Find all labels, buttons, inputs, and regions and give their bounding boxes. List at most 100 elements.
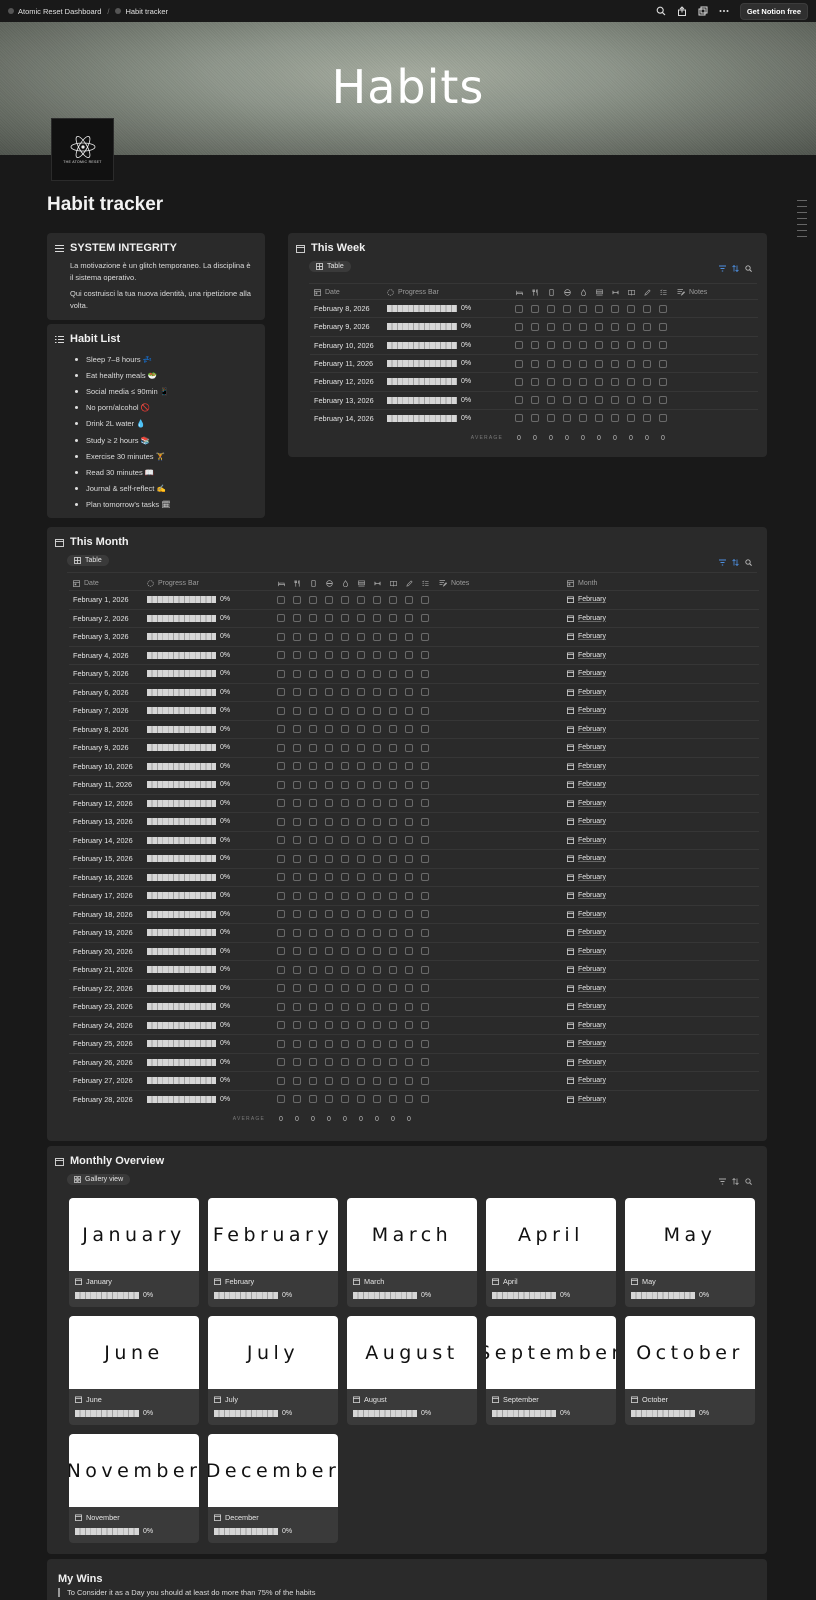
- habit-checkbox[interactable]: [309, 632, 317, 641]
- habit-checkbox[interactable]: [515, 341, 523, 350]
- habit-checkbox[interactable]: [325, 836, 333, 845]
- notes-cell[interactable]: [433, 1057, 567, 1067]
- habit-checkbox[interactable]: [611, 377, 619, 386]
- habit-checkbox[interactable]: [405, 1021, 413, 1030]
- notes-cell[interactable]: [433, 724, 567, 734]
- habit-checkbox[interactable]: [373, 651, 381, 660]
- table-row[interactable]: February 23, 2026 0% February: [73, 998, 606, 1016]
- habit-checkbox[interactable]: [627, 304, 635, 313]
- habit-checkbox[interactable]: [277, 743, 285, 752]
- habit-checkbox[interactable]: [341, 854, 349, 863]
- habit-checkbox[interactable]: [643, 377, 651, 386]
- habit-checkbox[interactable]: [563, 414, 571, 423]
- gallery-card[interactable]: June June 0%: [69, 1316, 199, 1425]
- habit-checkbox[interactable]: [341, 614, 349, 623]
- month-relation-cell[interactable]: February: [567, 874, 606, 881]
- habit-checkbox[interactable]: [277, 836, 285, 845]
- habit-checkbox[interactable]: [373, 1058, 381, 1067]
- habit-checkbox[interactable]: [309, 836, 317, 845]
- habit-checkbox[interactable]: [293, 891, 301, 900]
- habit-checkbox[interactable]: [341, 873, 349, 882]
- habit-checkbox[interactable]: [563, 341, 571, 350]
- table-row[interactable]: February 11, 2026 0%: [314, 355, 717, 372]
- month-relation-cell[interactable]: February: [567, 855, 606, 862]
- habit-checkbox[interactable]: [389, 688, 397, 697]
- habit-checkbox[interactable]: [531, 341, 539, 350]
- habit-checkbox[interactable]: [405, 651, 413, 660]
- habit-checkbox[interactable]: [421, 836, 429, 845]
- habit-checkbox[interactable]: [357, 725, 365, 734]
- habit-checkbox[interactable]: [309, 984, 317, 993]
- habit-checkbox[interactable]: [595, 341, 603, 350]
- table-row[interactable]: February 12, 2026 0%: [314, 373, 717, 390]
- habit-checkbox[interactable]: [309, 762, 317, 771]
- habit-checkbox[interactable]: [357, 762, 365, 771]
- month-relation-cell[interactable]: February: [567, 726, 606, 733]
- gallery-card[interactable]: February February 0%: [208, 1198, 338, 1307]
- habit-checkbox[interactable]: [611, 414, 619, 423]
- habit-checkbox[interactable]: [357, 947, 365, 956]
- habit-checkbox[interactable]: [357, 1095, 365, 1104]
- habit-checkbox[interactable]: [389, 1002, 397, 1011]
- gallery-card[interactable]: August August 0%: [347, 1316, 477, 1425]
- search-icon[interactable]: [745, 1178, 752, 1185]
- habit-checkbox[interactable]: [389, 836, 397, 845]
- habit-checkbox[interactable]: [325, 595, 333, 604]
- habit-checkbox[interactable]: [341, 595, 349, 604]
- habit-checkbox[interactable]: [309, 947, 317, 956]
- notes-cell[interactable]: [433, 687, 567, 697]
- habit-checkbox[interactable]: [389, 799, 397, 808]
- table-row[interactable]: February 13, 2026 0%: [314, 392, 717, 409]
- habit-checkbox[interactable]: [421, 1076, 429, 1085]
- sort-icon[interactable]: [732, 265, 739, 272]
- habit-checkbox[interactable]: [373, 762, 381, 771]
- habit-checkbox[interactable]: [309, 651, 317, 660]
- month-relation-cell[interactable]: February: [567, 744, 606, 751]
- habit-checkbox[interactable]: [389, 1021, 397, 1030]
- table-row[interactable]: February 25, 2026 0% February: [73, 1035, 606, 1053]
- notes-cell[interactable]: [433, 1020, 567, 1030]
- habit-checkbox[interactable]: [277, 762, 285, 771]
- habit-checkbox[interactable]: [547, 341, 555, 350]
- habit-checkbox[interactable]: [389, 762, 397, 771]
- habit-checkbox[interactable]: [341, 651, 349, 660]
- habit-checkbox[interactable]: [357, 706, 365, 715]
- habit-checkbox[interactable]: [373, 799, 381, 808]
- habit-checkbox[interactable]: [515, 322, 523, 331]
- notes-cell[interactable]: [433, 891, 567, 901]
- habit-checkbox[interactable]: [309, 928, 317, 937]
- month-relation-cell[interactable]: February: [567, 781, 606, 788]
- habit-checkbox[interactable]: [563, 359, 571, 368]
- habit-checkbox[interactable]: [277, 854, 285, 863]
- table-row[interactable]: February 2, 2026 0% February: [73, 610, 606, 628]
- habit-checkbox[interactable]: [389, 706, 397, 715]
- habit-checkbox[interactable]: [611, 322, 619, 331]
- habit-checkbox[interactable]: [341, 1076, 349, 1085]
- search-icon[interactable]: [745, 265, 752, 272]
- habit-checkbox[interactable]: [293, 725, 301, 734]
- habit-checkbox[interactable]: [421, 706, 429, 715]
- habit-checkbox[interactable]: [357, 669, 365, 678]
- habit-checkbox[interactable]: [325, 614, 333, 623]
- habit-checkbox[interactable]: [309, 669, 317, 678]
- habit-checkbox[interactable]: [405, 965, 413, 974]
- notes-cell[interactable]: [433, 706, 567, 716]
- habit-checkbox[interactable]: [389, 1058, 397, 1067]
- habit-checkbox[interactable]: [421, 928, 429, 937]
- habit-checkbox[interactable]: [627, 396, 635, 405]
- habit-checkbox[interactable]: [357, 743, 365, 752]
- month-relation-cell[interactable]: February: [567, 615, 606, 622]
- habit-checkbox[interactable]: [325, 706, 333, 715]
- table-row[interactable]: February 21, 2026 0% February: [73, 961, 606, 979]
- habit-checkbox[interactable]: [277, 965, 285, 974]
- habit-checkbox[interactable]: [277, 1002, 285, 1011]
- habit-checkbox[interactable]: [325, 1076, 333, 1085]
- notes-cell[interactable]: [671, 304, 717, 314]
- habit-checkbox[interactable]: [357, 984, 365, 993]
- habit-checkbox[interactable]: [627, 341, 635, 350]
- month-table-view-tab[interactable]: Table: [67, 555, 109, 566]
- notes-cell[interactable]: [671, 322, 717, 332]
- month-relation-cell[interactable]: February: [567, 670, 606, 677]
- habit-checkbox[interactable]: [341, 725, 349, 734]
- habit-checkbox[interactable]: [293, 780, 301, 789]
